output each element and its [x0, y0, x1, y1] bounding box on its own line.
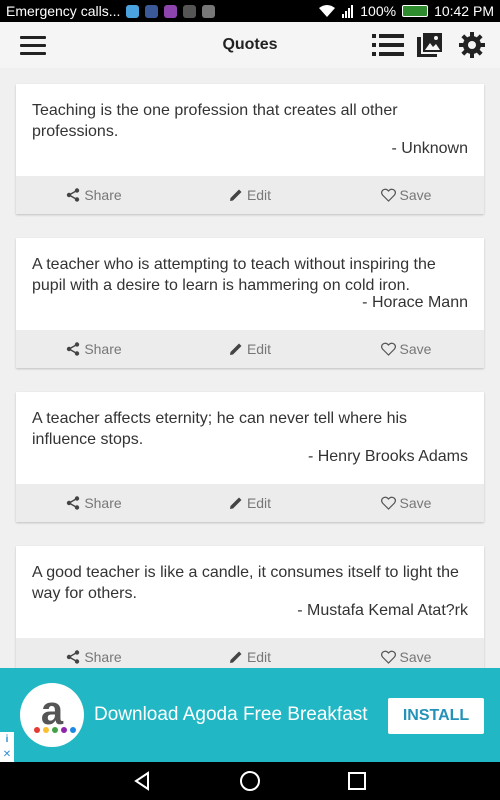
back-icon[interactable] [127, 765, 159, 797]
edit-button[interactable]: Edit [172, 495, 328, 511]
save-label: Save [399, 495, 432, 511]
quote-card: A teacher who is attempting to teach wit… [16, 238, 484, 368]
menu-icon[interactable] [12, 30, 48, 60]
pencil-icon [229, 343, 242, 355]
heart-icon [380, 496, 396, 510]
heart-icon [380, 342, 396, 356]
install-button[interactable]: INSTALL [388, 698, 484, 734]
status-bar: Emergency calls... 100% 10:42 PM [0, 0, 500, 22]
battery-percent: 100% [360, 3, 397, 19]
clock: 10:42 PM [434, 3, 494, 19]
share-button[interactable]: Share [16, 649, 172, 665]
save-label: Save [399, 187, 432, 203]
share-icon [67, 188, 80, 202]
quote-card: Teaching is the one profession that crea… [16, 84, 484, 214]
pencil-icon [229, 189, 242, 201]
share-label: Share [84, 495, 122, 511]
quote-text: A teacher who is attempting to teach wit… [32, 256, 436, 294]
pencil-icon [229, 497, 242, 509]
quote-card: A teacher affects eternity; he can never… [16, 392, 484, 522]
edit-button[interactable]: Edit [172, 187, 328, 203]
edit-button[interactable]: Edit [172, 649, 328, 665]
quote-author: - Mustafa Kemal Atat?rk [297, 602, 468, 619]
facebook-icon [145, 4, 159, 18]
share-button[interactable]: Share [16, 187, 172, 203]
navigation-bar [0, 762, 500, 800]
carrier-text: Emergency calls... [6, 3, 121, 19]
share-icon [67, 650, 80, 664]
quote-card: A good teacher is like a candle, it cons… [16, 546, 484, 668]
ad-text: Download Agoda Free Breakfast [94, 704, 368, 725]
save-button[interactable]: Save [328, 341, 484, 357]
share-button[interactable]: Share [16, 495, 172, 511]
edit-label: Edit [246, 495, 272, 511]
share-label: Share [84, 649, 122, 665]
battery-icon [402, 5, 429, 17]
ad-banner[interactable]: a Download Agoda Free Breakfast INSTALL … [0, 668, 500, 762]
heart-icon [380, 650, 396, 664]
list-icon[interactable] [372, 29, 404, 61]
notification-icon-5 [202, 4, 216, 18]
save-label: Save [399, 341, 432, 357]
card-actions: Share Edit Save [16, 484, 484, 522]
save-button[interactable]: Save [328, 187, 484, 203]
notification-icon-3 [164, 4, 178, 18]
notification-icon-4 [183, 4, 197, 18]
quote-text: A teacher affects eternity; he can never… [32, 410, 408, 448]
share-label: Share [84, 187, 122, 203]
save-button[interactable]: Save [328, 649, 484, 665]
quote-author: - Unknown [391, 140, 468, 157]
ad-choices-icon[interactable]: i ✕ [0, 732, 14, 762]
card-actions: Share Edit Save [16, 638, 484, 668]
heart-icon [380, 188, 396, 202]
card-actions: Share Edit Save [16, 176, 484, 214]
home-icon[interactable] [234, 765, 266, 797]
edit-label: Edit [246, 341, 272, 357]
recents-icon[interactable] [341, 765, 373, 797]
logo-dots [34, 727, 76, 733]
gallery-icon[interactable] [414, 29, 446, 61]
share-button[interactable]: Share [16, 341, 172, 357]
settings-gear-icon[interactable] [456, 29, 488, 61]
app-bar: Quotes [0, 22, 500, 68]
edit-label: Edit [246, 187, 272, 203]
quotes-list[interactable]: Teaching is the one profession that crea… [0, 68, 500, 668]
save-label: Save [399, 649, 432, 665]
quote-author: - Henry Brooks Adams [307, 448, 468, 465]
save-button[interactable]: Save [328, 495, 484, 511]
share-label: Share [84, 341, 122, 357]
wifi-icon [319, 5, 336, 17]
notification-icon-1 [126, 4, 140, 18]
quote-text: Teaching is the one profession that crea… [32, 102, 398, 140]
quote-text: A good teacher is like a candle, it cons… [32, 564, 459, 602]
pencil-icon [229, 651, 242, 663]
edit-label: Edit [246, 649, 272, 665]
share-icon [67, 496, 80, 510]
quote-author: - Horace Mann [362, 294, 468, 311]
card-actions: Share Edit Save [16, 330, 484, 368]
share-icon [67, 342, 80, 356]
edit-button[interactable]: Edit [172, 341, 328, 357]
signal-icon [342, 5, 354, 18]
agoda-logo: a [20, 683, 84, 747]
